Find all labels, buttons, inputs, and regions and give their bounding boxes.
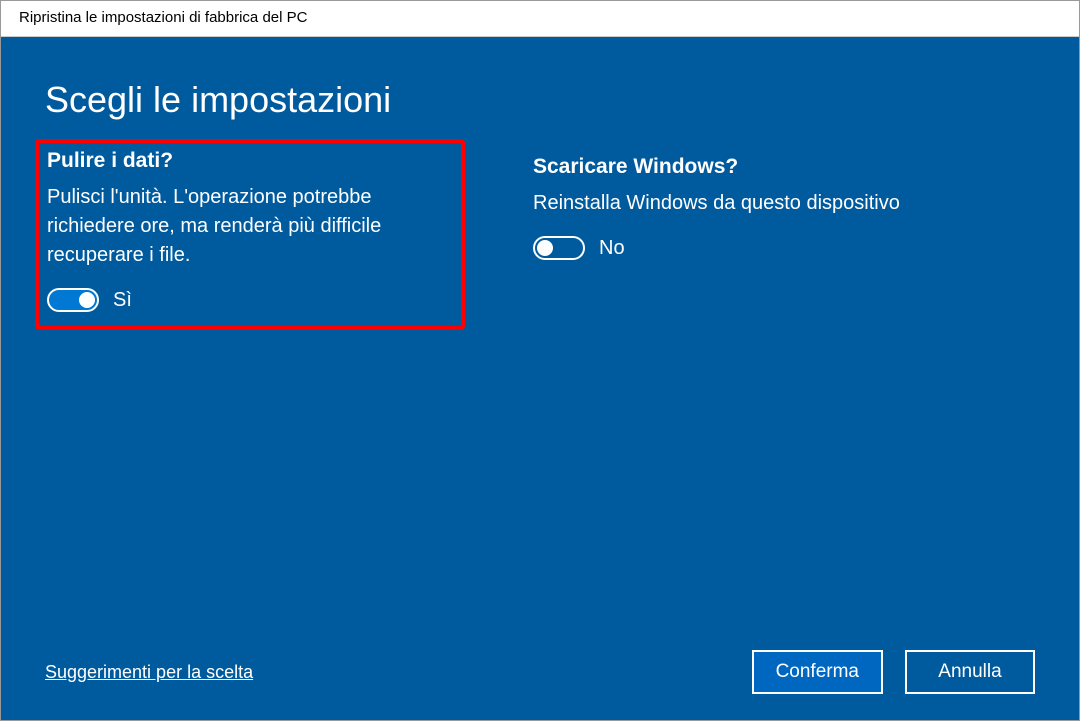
option-clean-data-title: Pulire i dati? (47, 149, 451, 173)
titlebar: Ripristina le impostazioni di fabbrica d… (1, 1, 1079, 37)
toggle-download-windows[interactable] (533, 236, 585, 260)
option-clean-data: Pulire i dati? Pulisci l'unità. L'operaz… (35, 139, 465, 330)
option-download-windows-description: Reinstalla Windows da questo dispositivo (533, 189, 945, 218)
toggle-download-windows-label: No (599, 237, 625, 260)
page-title: Scegli le impostazioni (45, 79, 1035, 121)
toggle-clean-data-label: Sì (113, 289, 132, 312)
option-download-windows-title: Scaricare Windows? (533, 155, 945, 179)
toggle-knob-icon (79, 292, 95, 308)
content-area: Scegli le impostazioni Pulire i dati? Pu… (1, 37, 1079, 720)
window-title: Ripristina le impostazioni di fabbrica d… (19, 9, 307, 26)
confirm-button[interactable]: Conferma (752, 650, 883, 694)
toggle-row-download-windows: No (533, 236, 945, 260)
option-clean-data-description: Pulisci l'unità. L'operazione potrebbe r… (47, 183, 451, 270)
toggle-knob-icon (537, 240, 553, 256)
option-download-windows: Scaricare Windows? Reinstalla Windows da… (525, 149, 955, 270)
toggle-clean-data[interactable] (47, 288, 99, 312)
help-link[interactable]: Suggerimenti per la scelta (45, 662, 253, 683)
cancel-button[interactable]: Annulla (905, 650, 1035, 694)
toggle-row-clean-data: Sì (47, 288, 451, 312)
button-row: Conferma Annulla (752, 650, 1035, 694)
options-row: Pulire i dati? Pulisci l'unità. L'operaz… (45, 149, 1035, 330)
footer: Suggerimenti per la scelta Conferma Annu… (45, 650, 1035, 694)
window-root: Ripristina le impostazioni di fabbrica d… (0, 0, 1080, 721)
